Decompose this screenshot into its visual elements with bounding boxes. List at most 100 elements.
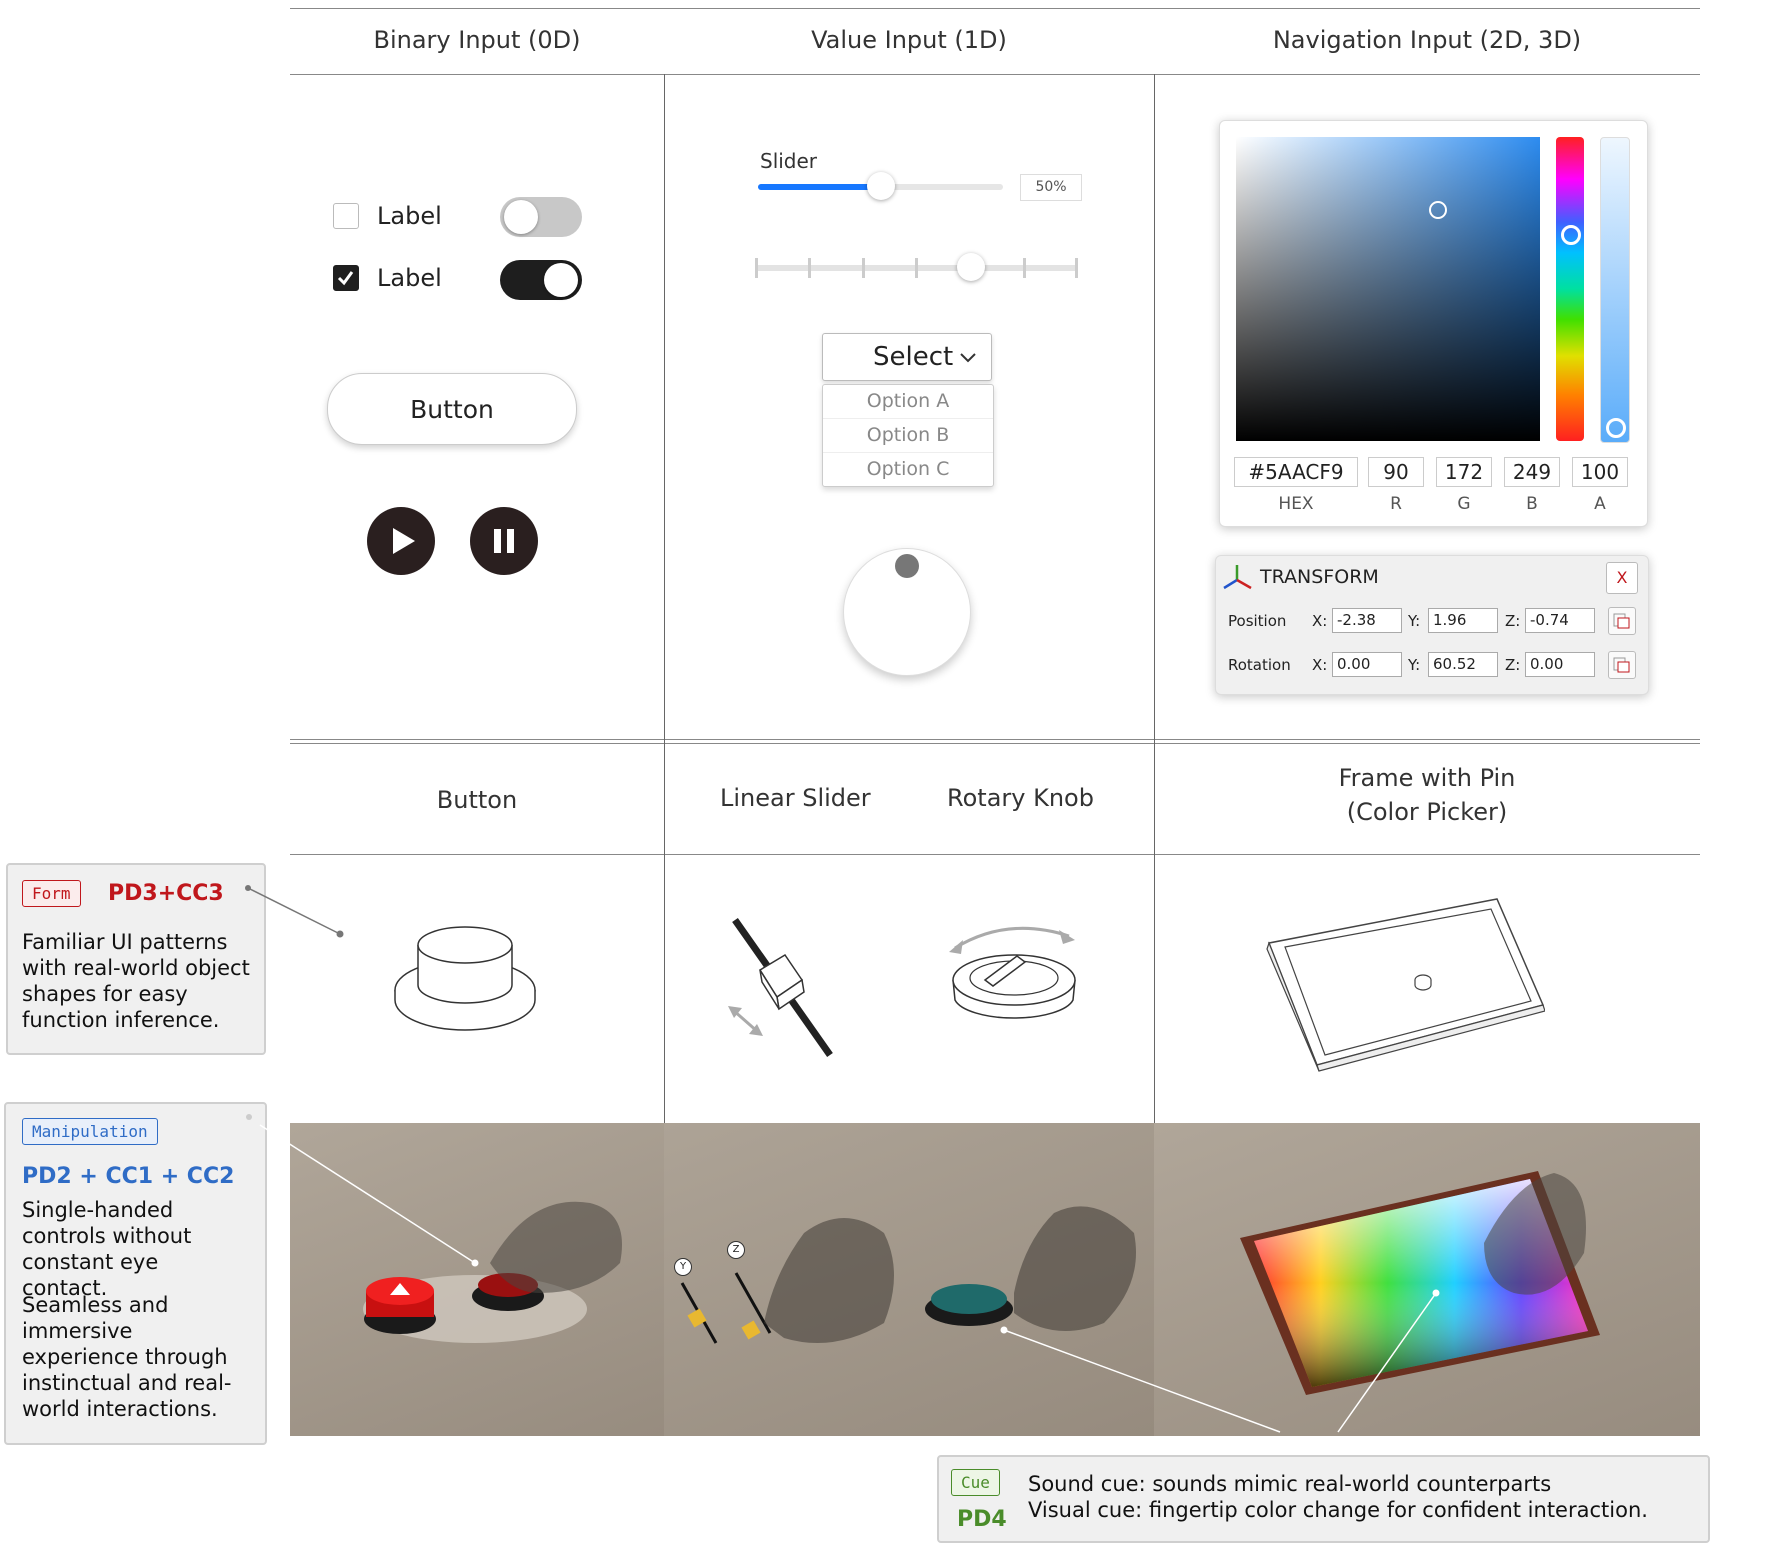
rotary-dial[interactable] (843, 548, 971, 676)
select-label: Select (873, 342, 954, 372)
position-label: Position (1228, 612, 1287, 630)
hex-label: HEX (1278, 494, 1314, 514)
mid-rule-b (290, 743, 1700, 744)
hue-handle[interactable] (1561, 225, 1581, 245)
rot-z-field[interactable]: 0.00 (1525, 652, 1595, 677)
scene-axis-y: Y (674, 1258, 692, 1276)
slider-label: Slider (760, 149, 818, 173)
pos-y-label: Y: (1408, 612, 1421, 630)
b-label: B (1526, 494, 1538, 514)
rot-y-label: Y: (1408, 656, 1421, 674)
step-tick (1075, 258, 1078, 278)
select-options: Option A Option B Option C (822, 384, 994, 487)
pos-z-field[interactable]: -0.74 (1525, 608, 1595, 633)
alpha-handle[interactable] (1606, 418, 1626, 438)
form-tag: Form (22, 880, 81, 907)
select-dropdown[interactable]: Select (822, 333, 992, 381)
step-tick (755, 258, 758, 278)
step-tick (1023, 258, 1026, 278)
col-header-value: Value Input (1D) (811, 26, 1007, 54)
option-b[interactable]: Option B (823, 419, 993, 453)
rot-x-label: X: (1312, 656, 1328, 674)
pos-y-field[interactable]: 1.96 (1428, 608, 1498, 633)
saturation-handle[interactable] (1429, 201, 1447, 219)
scene-slider-knob: Y Z (664, 1123, 1154, 1436)
cue-line-2: Visual cue: fingertip color change for c… (1028, 1498, 1648, 1522)
pause-icon (494, 529, 514, 553)
linear-slider-drawing (728, 917, 833, 1058)
pos-z-label: Z: (1505, 612, 1521, 630)
pos-x-field[interactable]: -2.38 (1332, 608, 1402, 633)
slider-value-box: 50% (1020, 174, 1082, 201)
copy-icon (1613, 613, 1630, 629)
play-button[interactable] (367, 507, 435, 575)
copy-rotation-button[interactable] (1608, 651, 1636, 679)
toggle-knob (544, 263, 578, 297)
mid-rule-a (290, 739, 1700, 740)
hex-field[interactable]: #5AACF9 (1234, 457, 1358, 487)
rot-x-field[interactable]: 0.00 (1332, 652, 1402, 677)
rot-z-label: Z: (1505, 656, 1521, 674)
checkbox-unchecked[interactable] (333, 203, 359, 229)
a-field[interactable]: 100 (1572, 457, 1628, 487)
copy-position-button[interactable] (1608, 607, 1636, 635)
col-header-binary: Binary Input (0D) (373, 26, 581, 54)
dial-indicator (895, 554, 919, 578)
color-picker-panel: #5AACF9 90 172 249 100 HEX R G B A (1219, 120, 1648, 527)
saturation-field[interactable] (1236, 137, 1540, 441)
transform-close-button[interactable]: X (1606, 562, 1638, 594)
header-rule (290, 74, 1700, 75)
checkbox-label-1: Label (377, 202, 442, 230)
r-field[interactable]: 90 (1368, 457, 1424, 487)
form-code: PD3+CC3 (108, 881, 224, 906)
step-tick (915, 258, 918, 278)
slider-fill (758, 184, 881, 190)
physical-color-frame-scene (1240, 1171, 1600, 1395)
cue-code: PD4 (957, 1507, 1007, 1532)
physical-header-rule (290, 854, 1700, 855)
a-label: A (1594, 494, 1606, 514)
form-annotation: Form PD3+CC3 Familiar UI patterns with r… (6, 863, 266, 1055)
pause-button[interactable] (470, 507, 538, 575)
step-tick (862, 258, 865, 278)
pos-x-label: X: (1312, 612, 1328, 630)
manipulation-annotation: Manipulation PD2 + CC1 + CC2 Single-hand… (4, 1102, 267, 1445)
slider-track[interactable] (758, 172, 1003, 200)
alpha-bar[interactable] (1600, 137, 1630, 443)
option-a[interactable]: Option A (823, 385, 993, 419)
axes-gizmo-icon (1223, 565, 1252, 590)
play-icon (393, 528, 415, 554)
ui-button[interactable]: Button (327, 373, 577, 445)
slider-thumb[interactable] (866, 172, 895, 200)
physical-buttons-scene (363, 1201, 622, 1343)
checkbox-checked[interactable] (333, 265, 359, 291)
manipulation-text-2: Seamless and immersive experience throug… (22, 1293, 232, 1421)
transform-panel: TRANSFORM X Position X: -2.38 Y: 1.96 Z:… (1215, 555, 1649, 695)
option-c[interactable]: Option C (823, 453, 993, 486)
cue-line-1: Sound cue: sounds mimic real-world count… (1028, 1472, 1552, 1496)
cue-tag: Cue (951, 1469, 1000, 1496)
step-slider-thumb[interactable] (957, 253, 986, 281)
linear-slider-heading: Linear Slider (720, 784, 871, 812)
cue-annotation: Cue PD4 Sound cue: sounds mimic real-wor… (937, 1455, 1710, 1543)
checkmark-icon (337, 271, 354, 286)
step-tick (808, 258, 811, 278)
step-slider[interactable] (755, 253, 1078, 281)
hue-bar[interactable] (1556, 137, 1584, 441)
rotary-knob-drawing (949, 926, 1076, 1019)
transform-title: TRANSFORM (1260, 566, 1379, 588)
rot-y-field[interactable]: 60.52 (1428, 652, 1498, 677)
checkbox-label-2: Label (377, 264, 442, 292)
g-field[interactable]: 172 (1436, 457, 1492, 487)
toggle-knob (504, 200, 538, 234)
b-field[interactable]: 249 (1504, 457, 1560, 487)
form-description: Familiar UI patterns with real-world obj… (22, 930, 250, 1032)
toggle-off[interactable] (500, 197, 582, 237)
top-rule (290, 8, 1700, 9)
toggle-on[interactable] (500, 260, 582, 300)
scene-axis-z: Z (727, 1241, 745, 1259)
frame-pin-heading-1: Frame with Pin (1338, 764, 1516, 792)
rotation-label: Rotation (1228, 656, 1291, 674)
manipulation-text-1: Single-handed controls without constant … (22, 1198, 192, 1300)
scene-color-frame (1154, 1123, 1700, 1436)
